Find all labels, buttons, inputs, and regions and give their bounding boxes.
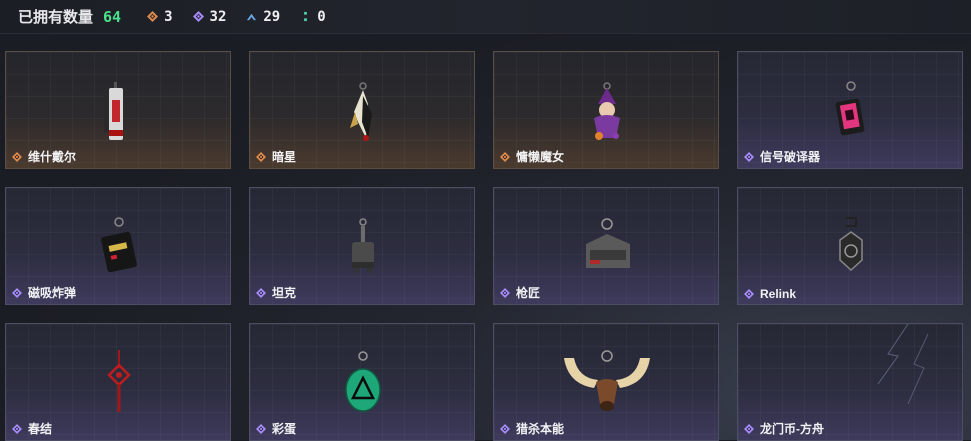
- item-card[interactable]: 磁吸炸弹: [5, 187, 231, 305]
- item-card[interactable]: 维什戴尔: [5, 51, 231, 169]
- keychain-yonglan-monv-image: [594, 82, 620, 140]
- keychain-longmenbi-image: [877, 324, 929, 405]
- item-name: 猎杀本能: [516, 422, 565, 436]
- keychain-weishidaier-image: [104, 82, 123, 140]
- orange-diamond-icon: [147, 11, 159, 22]
- item-name: 磁吸炸弹: [28, 286, 77, 300]
- item-card[interactable]: 猎杀本能: [493, 323, 719, 441]
- item-name: 坦克: [272, 286, 297, 300]
- item-card[interactable]: 彩蛋: [249, 323, 475, 441]
- purple-rarity-icon: [744, 289, 754, 299]
- keychain-signal-decoder-image: [835, 81, 865, 136]
- purple-diamond-icon: [192, 11, 204, 22]
- item-card[interactable]: 慵懒魔女: [493, 51, 719, 169]
- item-card[interactable]: 枪匠: [493, 187, 719, 305]
- purple-rarity-icon: [12, 287, 22, 298]
- item-name: Relink: [760, 287, 797, 301]
- purple-rarity-icon: [744, 423, 754, 434]
- item-card[interactable]: 春结: [5, 323, 231, 441]
- purple-rarity-icon: [500, 423, 510, 434]
- item-card[interactable]: 龙门币-方舟: [737, 323, 963, 441]
- purple-rarity-icon: [12, 423, 22, 434]
- keychain-gunsmith-image: [586, 218, 630, 268]
- item-name: 枪匠: [516, 286, 541, 300]
- keychain-anxing-image: [350, 82, 372, 141]
- item-card[interactable]: 信号破译器: [737, 51, 963, 169]
- keychain-tank-image: [352, 218, 374, 273]
- stat-teal: 0: [300, 8, 326, 25]
- stat-orange-count: 3: [164, 8, 173, 25]
- orange-rarity-icon: [500, 151, 510, 162]
- purple-rarity-icon: [256, 287, 266, 298]
- stat-purple-count: 32: [209, 8, 227, 25]
- item-card[interactable]: 暗星: [249, 51, 475, 169]
- owned-count: 64: [103, 7, 122, 26]
- item-name: 信号破译器: [760, 150, 821, 164]
- blue-chevron-icon: [247, 13, 257, 21]
- keychain-magnetic-bomb-image: [101, 217, 137, 273]
- stat-purple: 32: [192, 8, 227, 25]
- purple-rarity-icon: [744, 151, 754, 162]
- keychain-relink-image: [839, 217, 863, 272]
- purple-rarity-icon: [500, 287, 510, 298]
- item-card[interactable]: 坦克: [249, 187, 475, 305]
- keychain-chunjie-image: [107, 350, 131, 412]
- item-name: 慵懒魔女: [516, 150, 565, 164]
- owned-label: 已拥有数量: [18, 9, 94, 26]
- inventory-header: 已拥有数量 64 3 32 29 0: [0, 0, 971, 34]
- stat-blue: 29: [246, 9, 280, 25]
- purple-rarity-icon: [256, 423, 266, 434]
- item-name: 暗星: [272, 150, 297, 164]
- stat-orange: 3: [147, 8, 173, 25]
- orange-rarity-icon: [256, 151, 266, 162]
- stat-teal-count: 0: [317, 8, 326, 25]
- stat-blue-count: 29: [263, 8, 281, 25]
- item-name: 春结: [28, 422, 53, 436]
- teal-dots-icon: [304, 11, 308, 22]
- orange-rarity-icon: [12, 151, 22, 162]
- keychain-hunting-instinct-image: [564, 350, 650, 411]
- item-name: 维什戴尔: [28, 150, 77, 164]
- item-card[interactable]: Relink: [737, 187, 963, 305]
- keychain-caidan-image: [345, 351, 381, 412]
- item-name: 龙门币-方舟: [760, 422, 824, 436]
- item-name: 彩蛋: [272, 422, 297, 436]
